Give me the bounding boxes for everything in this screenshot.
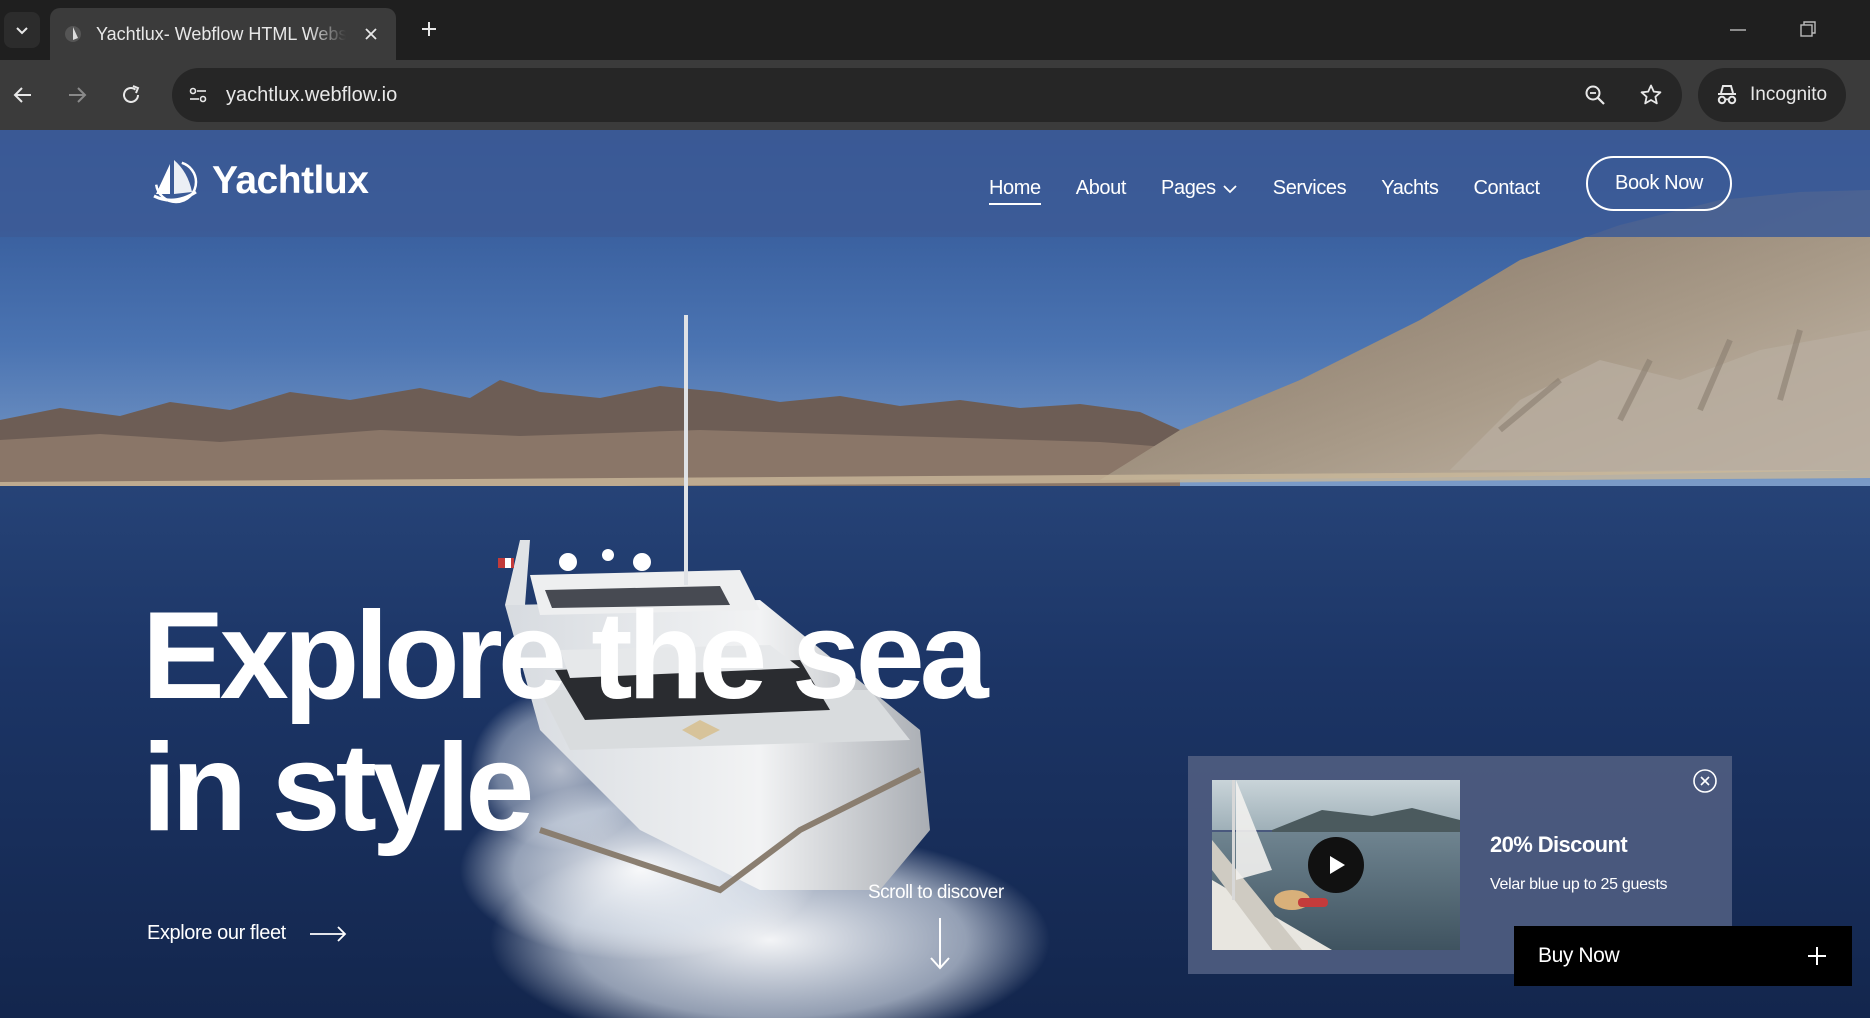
plus-icon [1808,947,1826,965]
play-video-button[interactable] [1308,837,1364,893]
scroll-hint: Scroll to discover [868,882,1004,903]
zoom-icon [1585,85,1605,105]
star-icon [1640,84,1662,105]
incognito-indicator[interactable]: Incognito [1698,68,1846,122]
nav-contact[interactable]: Contact [1474,177,1541,200]
brand-logo[interactable]: Yachtlux [148,156,369,206]
plus-icon [422,22,436,36]
nav-about[interactable]: About [1076,177,1127,200]
zoom-button[interactable] [1580,80,1610,110]
forward-button[interactable] [60,78,94,112]
reload-icon [123,85,140,103]
arrow-right-icon [309,925,347,942]
site-info-icon [189,87,207,103]
restore-icon[interactable] [1796,18,1820,42]
browser-tab-strip: Yachtlux- Webflow HTML Website Template [0,0,1870,60]
browser-toolbar: yachtlux.webflow.io Incognito [0,60,1870,130]
address-bar[interactable]: yachtlux.webflow.io [172,68,1682,122]
arrow-down-icon[interactable] [926,916,954,972]
close-circle-icon[interactable] [1692,768,1718,794]
promo-title: 20% Discount [1490,832,1628,857]
buy-now-button[interactable]: Buy Now [1514,926,1852,986]
hero-headline: Explore the sea in style [142,587,989,857]
minimize-icon[interactable] [1726,20,1750,40]
incognito-icon [1717,85,1737,105]
page-viewport: Yachtlux Home About Pages Services Yacht… [0,130,1870,1018]
site-info-button[interactable] [184,81,212,109]
brand-name: Yachtlux [212,159,369,202]
back-icon [13,87,31,103]
nav-home[interactable]: Home [989,177,1041,205]
chevron-down-icon [16,27,28,35]
close-icon [365,28,377,40]
reload-button[interactable] [114,78,148,112]
nav-pages-label: Pages [1161,177,1216,199]
sailboat-icon [153,160,198,204]
forward-icon [69,87,87,103]
site-header: Yachtlux Home About Pages Services Yacht… [0,130,1870,237]
browser-tab[interactable]: Yachtlux- Webflow HTML Website Template [50,8,396,60]
incognito-label: Incognito [1750,84,1828,105]
url-text[interactable]: yachtlux.webflow.io [226,84,397,107]
nav-yachts[interactable]: Yachts [1381,177,1439,200]
close-tab-button[interactable] [360,23,382,45]
tab-search-button[interactable] [4,12,40,48]
nav-services[interactable]: Services [1273,177,1347,200]
promo-subtitle: Velar blue up to 25 guests [1490,876,1668,893]
promo-video-thumbnail[interactable] [1212,780,1460,950]
book-now-button[interactable]: Book Now [1586,156,1732,211]
main-nav: Home About Pages Services Yachts Contact [989,172,1575,205]
tab-title: Yachtlux- Webflow HTML Website Template [96,23,346,44]
new-tab-button[interactable] [414,14,444,44]
chevron-down-icon [1223,184,1237,193]
explore-fleet-link[interactable]: Explore our fleet [147,922,348,945]
buy-now-label: Buy Now [1538,944,1620,967]
back-button[interactable] [6,78,40,112]
nav-pages[interactable]: Pages [1161,177,1238,200]
favicon-icon [65,26,81,42]
play-icon [1330,856,1345,874]
explore-fleet-label: Explore our fleet [147,922,286,944]
bookmark-button[interactable] [1636,80,1666,110]
